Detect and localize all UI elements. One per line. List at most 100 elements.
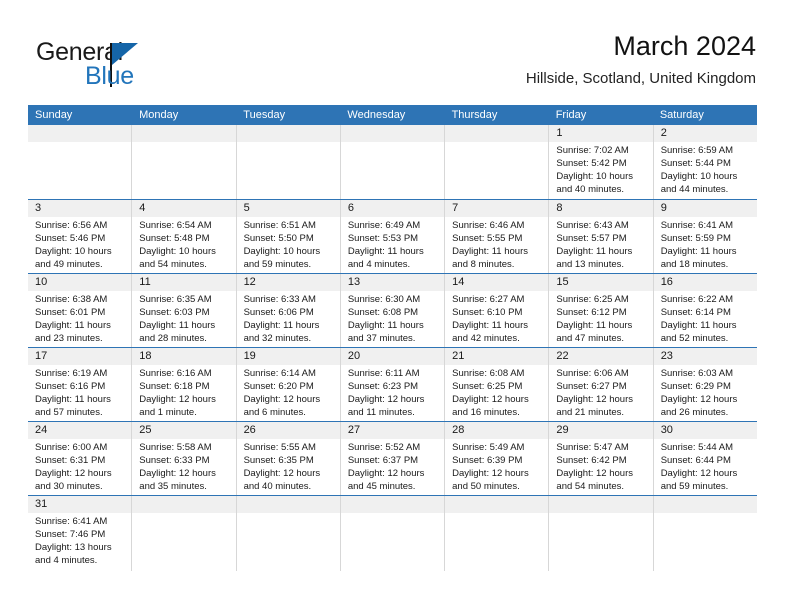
calendar-day-cell[interactable]: 25 Sunrise: 5:58 AM Sunset: 6:33 PM Dayligh… [131, 422, 236, 495]
daylight-text-line2: and 45 minutes. [347, 481, 416, 493]
date-band [549, 496, 653, 513]
date-band [132, 125, 236, 142]
calendar-day-cell-empty [235, 496, 340, 571]
page-subtitle: Hillside, Scotland, United Kingdom [525, 70, 756, 87]
sunrise-text: Sunrise: 6:19 AM [35, 368, 108, 379]
calendar-day-cell[interactable]: 31 Sunrise: 6:41 AM Sunset: 7:46 PM Dayligh… [28, 496, 132, 571]
calendar-day-cell-empty [652, 496, 757, 571]
day-number: 28 [452, 424, 465, 436]
day-number: 4 [139, 202, 146, 214]
calendar-day-cell-empty [444, 496, 549, 571]
date-band: 1 [549, 125, 653, 142]
day-details: Sunrise: 6:06 AM Sunset: 6:27 PM Daylight:… [549, 365, 652, 419]
day-details: Sunrise: 7:02 AM Sunset: 5:42 PM Daylight:… [549, 142, 652, 196]
daylight-text-line2: and 4 minutes. [35, 555, 98, 567]
calendar-day-cell[interactable]: 19 Sunrise: 6:14 AM Sunset: 6:20 PM Dayligh… [235, 348, 340, 421]
daylight-text-line2: and 11 minutes. [347, 407, 415, 419]
calendar-day-cell[interactable]: 7 Sunrise: 6:46 AM Sunset: 5:55 PM Daylight… [444, 200, 549, 273]
calendar-day-cell[interactable]: 29 Sunrise: 5:47 AM Sunset: 6:42 PM Dayligh… [548, 422, 653, 495]
calendar-day-cell[interactable]: 21 Sunrise: 6:08 AM Sunset: 6:25 PM Dayligh… [444, 348, 549, 421]
daylight-text-line1: Daylight: 11 hours [556, 246, 633, 258]
calendar-day-cell[interactable]: 23 Sunrise: 6:03 AM Sunset: 6:29 PM Dayligh… [652, 348, 757, 421]
day-number: 1 [556, 127, 563, 139]
page-title: March 2024 [613, 31, 756, 61]
sunset-text: Sunset: 5:46 PM [35, 233, 106, 245]
weekday-header-sunday: Sunday [35, 109, 73, 121]
calendar-day-cell[interactable]: 3 Sunrise: 6:56 AM Sunset: 5:46 PM Daylight… [28, 200, 132, 273]
calendar-day-cell[interactable]: 13 Sunrise: 6:30 AM Sunset: 6:08 PM Dayligh… [339, 274, 445, 347]
calendar-day-cell[interactable]: 14 Sunrise: 6:27 AM Sunset: 6:10 PM Dayligh… [444, 274, 549, 347]
daylight-text-line2: and 1 minute. [139, 407, 197, 419]
daylight-text-line1: Daylight: 12 hours [452, 468, 529, 480]
daylight-text-line1: Daylight: 11 hours [660, 246, 737, 258]
calendar-body: 1 Sunrise: 7:02 AM Sunset: 5:42 PM Daylight… [28, 125, 757, 571]
sunset-text: Sunset: 5:44 PM [660, 158, 731, 170]
calendar-day-cell[interactable]: 16 Sunrise: 6:22 AM Sunset: 6:14 PM Dayligh… [652, 274, 757, 347]
calendar-day-cell[interactable]: 28 Sunrise: 5:49 AM Sunset: 6:39 PM Dayligh… [444, 422, 549, 495]
date-band: 19 [236, 348, 340, 365]
sunrise-text: Sunrise: 6:46 AM [452, 220, 525, 231]
daylight-text-line2: and 49 minutes. [35, 259, 103, 271]
sunrise-text: Sunrise: 6:41 AM [35, 516, 108, 527]
day-number: 20 [347, 350, 361, 362]
sunset-text: Sunset: 7:46 PM [35, 529, 106, 541]
date-band: 30 [653, 422, 757, 439]
day-number: 30 [660, 424, 673, 436]
sunrise-text: Sunrise: 6:11 AM [347, 368, 420, 379]
daylight-text-line1: Daylight: 11 hours [243, 320, 320, 332]
daylight-text-line2: and 40 minutes. [556, 184, 625, 196]
daylight-text-line2: and 16 minutes. [452, 407, 520, 419]
sunset-text: Sunset: 5:50 PM [243, 233, 314, 245]
date-band: 12 [236, 274, 340, 291]
daylight-text-line1: Daylight: 12 hours [660, 468, 738, 480]
calendar-day-cell[interactable]: 26 Sunrise: 5:55 AM Sunset: 6:35 PM Dayligh… [235, 422, 340, 495]
calendar-day-cell[interactable]: 1 Sunrise: 7:02 AM Sunset: 5:42 PM Daylight… [548, 125, 653, 199]
day-details: Sunrise: 6:19 AM Sunset: 6:16 PM Daylight:… [28, 365, 131, 419]
day-details: Sunrise: 6:46 AM Sunset: 5:55 PM Daylight:… [445, 217, 548, 271]
calendar-day-cell-empty [28, 125, 132, 199]
sunrise-text: Sunrise: 5:49 AM [452, 442, 525, 453]
date-band: 7 [445, 200, 549, 217]
sunrise-text: Sunrise: 5:52 AM [347, 442, 421, 453]
day-details: Sunrise: 5:52 AM Sunset: 6:37 PM Daylight:… [341, 439, 444, 493]
sunset-text: Sunset: 6:27 PM [556, 381, 627, 393]
calendar-day-cell[interactable]: 9 Sunrise: 6:41 AM Sunset: 5:59 PM Daylight… [652, 200, 757, 273]
daylight-text-line1: Daylight: 11 hours [347, 320, 424, 332]
calendar-day-cell[interactable]: 15 Sunrise: 6:25 AM Sunset: 6:12 PM Dayligh… [548, 274, 653, 347]
daylight-text-line1: Daylight: 11 hours [556, 320, 633, 332]
calendar-day-cell[interactable]: 27 Sunrise: 5:52 AM Sunset: 6:37 PM Dayligh… [339, 422, 445, 495]
sunset-text: Sunset: 6:16 PM [35, 381, 106, 393]
calendar-day-cell[interactable]: 20 Sunrise: 6:11 AM Sunset: 6:23 PM Dayligh… [339, 348, 445, 421]
calendar-day-cell[interactable]: 17 Sunrise: 6:19 AM Sunset: 6:16 PM Dayligh… [28, 348, 132, 421]
calendar-day-cell[interactable]: 18 Sunrise: 6:16 AM Sunset: 6:18 PM Dayligh… [131, 348, 236, 421]
sunset-text: Sunset: 6:35 PM [243, 455, 314, 467]
day-details: Sunrise: 6:16 AM Sunset: 6:18 PM Daylight:… [132, 365, 235, 419]
daylight-text-line1: Daylight: 11 hours [35, 394, 111, 406]
weekday-header-saturday: Saturday [659, 109, 704, 121]
sunset-text: Sunset: 6:10 PM [452, 307, 523, 319]
weekday-header-tuesday: Tuesday [243, 109, 286, 121]
day-number: 6 [347, 202, 354, 214]
date-band [132, 496, 236, 513]
calendar-day-cell[interactable]: 12 Sunrise: 6:33 AM Sunset: 6:06 PM Dayligh… [235, 274, 340, 347]
day-details: Sunrise: 6:51 AM Sunset: 5:50 PM Daylight:… [237, 217, 340, 271]
calendar-day-cell[interactable]: 24 Sunrise: 6:00 AM Sunset: 6:31 PM Dayligh… [28, 422, 132, 495]
calendar-day-cell[interactable]: 5 Sunrise: 6:51 AM Sunset: 5:50 PM Daylight… [235, 200, 340, 273]
date-band: 6 [340, 200, 445, 217]
calendar-day-cell[interactable]: 4 Sunrise: 6:54 AM Sunset: 5:48 PM Daylight… [131, 200, 236, 273]
date-band: 22 [549, 348, 653, 365]
sunset-text: Sunset: 6:14 PM [660, 307, 731, 319]
calendar-day-cell[interactable]: 10 Sunrise: 6:38 AM Sunset: 6:01 PM Dayligh… [28, 274, 132, 347]
sunrise-text: Sunrise: 6:16 AM [139, 368, 212, 379]
calendar-day-cell[interactable]: 11 Sunrise: 6:35 AM Sunset: 6:03 PM Dayligh… [131, 274, 236, 347]
sunrise-text: Sunrise: 6:35 AM [139, 294, 212, 305]
calendar-day-cell[interactable]: 8 Sunrise: 6:43 AM Sunset: 5:57 PM Daylight… [548, 200, 653, 273]
calendar-day-cell[interactable]: 30 Sunrise: 5:44 AM Sunset: 6:44 PM Dayligh… [652, 422, 757, 495]
daylight-text-line2: and 59 minutes. [660, 481, 729, 493]
day-details: Sunrise: 6:22 AM Sunset: 6:14 PM Daylight:… [654, 291, 757, 345]
calendar-day-cell[interactable]: 22 Sunrise: 6:06 AM Sunset: 6:27 PM Dayligh… [548, 348, 653, 421]
calendar-day-cell[interactable]: 2 Sunrise: 6:59 AM Sunset: 5:44 PM Daylight… [652, 125, 757, 199]
day-number: 16 [660, 276, 673, 288]
daylight-text-line2: and 26 minutes. [660, 407, 729, 419]
calendar-day-cell[interactable]: 6 Sunrise: 6:49 AM Sunset: 5:53 PM Daylight… [339, 200, 445, 273]
